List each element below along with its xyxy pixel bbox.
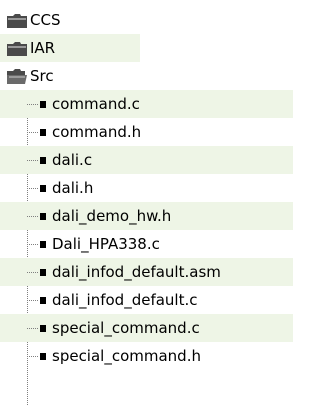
file-item-dali-infod-default-asm[interactable]: dali_infod_default.asm <box>0 258 293 286</box>
file-icon <box>40 269 46 276</box>
file-item-command-c[interactable]: command.c <box>0 90 293 118</box>
folder-item-ccs[interactable]: CCS <box>0 6 140 34</box>
file-item-special-command-c[interactable]: special_command.c <box>0 314 293 342</box>
file-label: dali.c <box>52 151 93 169</box>
file-label: dali_infod_default.c <box>52 291 198 309</box>
tree-branch <box>27 286 41 314</box>
tree-branch <box>27 90 41 118</box>
tree-branch <box>27 118 41 146</box>
tree-branch <box>27 230 41 258</box>
tree-branch <box>27 146 41 174</box>
file-item-dali-hpa338-c[interactable]: Dali_HPA338.c <box>0 230 293 258</box>
file-icon <box>40 241 46 248</box>
folder-label: Src <box>30 67 54 85</box>
tree-branch <box>27 342 41 370</box>
file-icon <box>40 325 46 332</box>
file-tree: CCS IAR Src command.c command.h dali.c d… <box>0 0 293 419</box>
folder-label: CCS <box>30 11 61 29</box>
file-label: command.h <box>52 123 142 141</box>
tree-branch <box>27 202 41 230</box>
file-icon <box>40 101 46 108</box>
tree-branch <box>27 314 41 342</box>
file-label: Dali_HPA338.c <box>52 235 160 253</box>
file-icon <box>40 297 46 304</box>
file-icon <box>40 157 46 164</box>
file-label: command.c <box>52 95 140 113</box>
file-item-special-command-h[interactable]: special_command.h <box>0 342 293 370</box>
folder-closed-icon <box>6 13 28 29</box>
folder-label: IAR <box>30 39 56 57</box>
file-icon <box>40 213 46 220</box>
tree-branch <box>27 258 41 286</box>
tree-branch <box>27 174 41 202</box>
file-item-dali-infod-default-c[interactable]: dali_infod_default.c <box>0 286 293 314</box>
folder-closed-icon <box>6 41 28 57</box>
file-label: special_command.h <box>52 347 201 365</box>
file-label: dali_demo_hw.h <box>52 207 172 225</box>
file-item-command-h[interactable]: command.h <box>0 118 293 146</box>
file-icon <box>40 129 46 136</box>
file-label: special_command.c <box>52 319 200 337</box>
file-item-dali-demo-hw-h[interactable]: dali_demo_hw.h <box>0 202 293 230</box>
file-item-dali-c[interactable]: dali.c <box>0 146 293 174</box>
file-item-dali-h[interactable]: dali.h <box>0 174 293 202</box>
folder-item-src[interactable]: Src <box>0 62 140 90</box>
folder-open-icon <box>6 69 28 85</box>
file-icon <box>40 185 46 192</box>
file-icon <box>40 353 46 360</box>
file-label: dali_infod_default.asm <box>52 263 221 281</box>
file-label: dali.h <box>52 179 94 197</box>
folder-item-iar[interactable]: IAR <box>0 34 140 62</box>
